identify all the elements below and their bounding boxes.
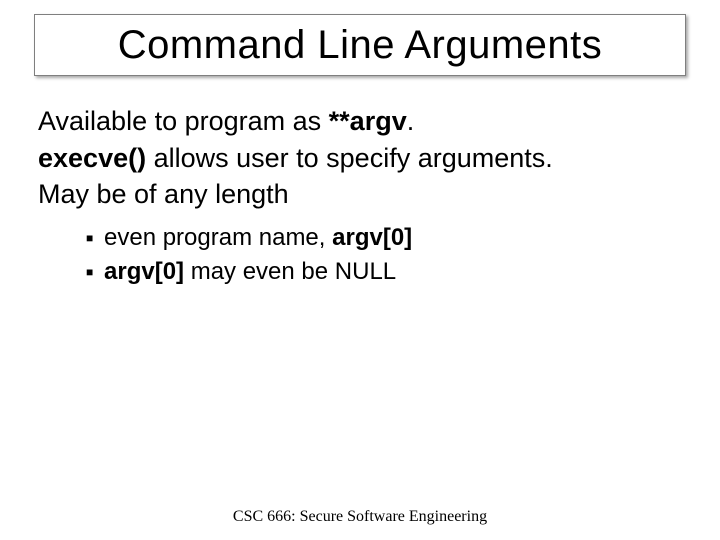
square-bullet-icon: ■ [86,230,104,246]
square-bullet-icon: ■ [86,264,104,280]
sublist-item-2-bold: argv[0] [104,258,184,285]
slide-title: Command Line Arguments [118,23,603,68]
sublist-item-2-post: may even be NULL [184,258,396,285]
footer-text: CSC 666: Secure Software Engineering [0,508,720,526]
body-line-2: execve() allows user to specify argument… [38,141,678,176]
sublist-item-2: ■argv[0] may even be NULL [86,256,678,288]
body-line-1: Available to program as **argv. [38,104,678,139]
title-box: Command Line Arguments [34,14,686,76]
body-line-1-pre: Available to program as [38,106,329,136]
sublist: ■even program name, argv[0] ■argv[0] may… [38,222,678,289]
body-line-2-post: allows user to specify arguments. [146,143,553,173]
body-line-1-bold: **argv [329,106,407,136]
sublist-item-1-bold: argv[0] [332,224,412,251]
body-line-1-post: . [407,106,415,136]
body-line-3: May be of any length [38,177,678,212]
sublist-item-1-pre: even program name, [104,224,332,251]
body-content: Available to program as **argv. execve()… [38,104,678,290]
slide: Command Line Arguments Available to prog… [0,0,720,540]
body-line-2-bold: execve() [38,143,146,173]
sublist-item-1: ■even program name, argv[0] [86,222,678,254]
